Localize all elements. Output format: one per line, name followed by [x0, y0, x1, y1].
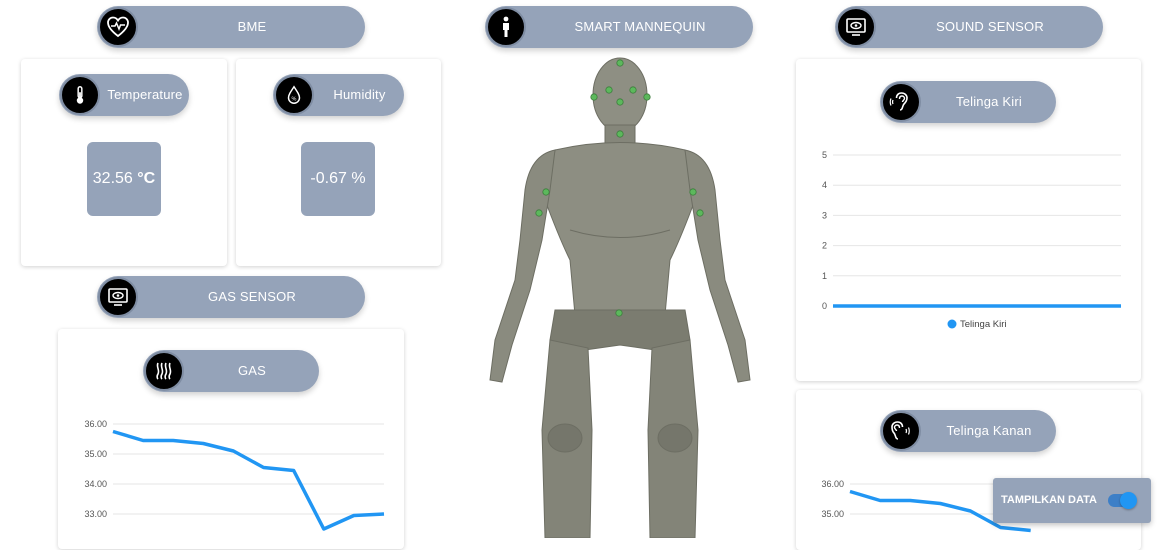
- y-tick-label: 36.00: [84, 419, 107, 429]
- gas-label: GAS: [185, 350, 319, 392]
- svg-text:%: %: [291, 97, 296, 103]
- humidity-value: -0.67 %: [310, 170, 365, 188]
- legend-label: Telinga Kiri: [960, 319, 1006, 330]
- show-data-toggle[interactable]: [1108, 494, 1136, 507]
- right-ear-label: Telinga Kanan: [922, 410, 1056, 452]
- gas-sensor-title: GAS SENSOR: [139, 276, 365, 318]
- toggle-knob: [1120, 492, 1137, 509]
- humidity-value-box: -0.67 %: [301, 142, 375, 216]
- temperature-value-box: 32.56 °C: [87, 142, 161, 216]
- y-tick-label: 35.00: [821, 509, 844, 519]
- gas-sensor-header: GAS SENSOR: [97, 276, 365, 318]
- y-tick-label: 2: [822, 241, 827, 251]
- y-tick-label: 3: [822, 210, 827, 220]
- bme-header: BME: [97, 6, 365, 48]
- ear-sound-left-icon: [881, 82, 921, 122]
- monitor-eye-icon: [98, 277, 138, 317]
- temperature-unit: °C: [137, 170, 155, 188]
- temperature-card: Temperature 32.56 °C: [21, 59, 227, 266]
- left-ear-label: Telinga Kiri: [922, 81, 1056, 123]
- mannequin-title: SMART MANNEQUIN: [527, 6, 753, 48]
- temperature-header: Temperature: [59, 74, 189, 116]
- y-tick-label: 1: [822, 271, 827, 281]
- ear-sound-right-icon: [881, 411, 921, 451]
- legend-marker: [948, 320, 957, 329]
- humidity-header: % Humidity: [273, 74, 404, 116]
- gas-waves-icon: [144, 351, 184, 391]
- temperature-label: Temperature: [101, 74, 189, 116]
- thermometer-icon: [60, 75, 100, 115]
- gas-header: GAS: [143, 350, 319, 392]
- monitor-eye-icon: [836, 7, 876, 47]
- y-tick-label: 4: [822, 180, 827, 190]
- humidity-drop-icon: %: [274, 75, 314, 115]
- heart-monitor-icon: [98, 7, 138, 47]
- show-data-label: TAMPILKAN DATA: [1001, 494, 1097, 506]
- mannequin-figure: [470, 50, 770, 538]
- gas-chart: 33.00 34.00 35.00 36.00: [58, 410, 404, 538]
- person-icon: [486, 7, 526, 47]
- right-ear-header: Telinga Kanan: [880, 410, 1056, 452]
- mannequin-header: SMART MANNEQUIN: [485, 6, 753, 48]
- bme-title: BME: [139, 6, 365, 48]
- y-tick-label: 0: [822, 301, 827, 311]
- left-ear-header: Telinga Kiri: [880, 81, 1056, 123]
- y-tick-label: 35.00: [84, 449, 107, 459]
- sound-sensor-header: SOUND SENSOR: [835, 6, 1103, 48]
- sound-sensor-title: SOUND SENSOR: [877, 6, 1103, 48]
- humidity-card: % Humidity -0.67 %: [236, 59, 441, 266]
- y-tick-label: 36.00: [821, 479, 844, 489]
- show-data-panel: TAMPILKAN DATA: [993, 478, 1151, 523]
- y-tick-label: 33.00: [84, 509, 107, 519]
- temperature-value: 32.56: [93, 170, 133, 188]
- left-ear-chart: 0 1 2 3 4 5 Telinga Kiri: [796, 140, 1141, 340]
- y-tick-label: 34.00: [84, 479, 107, 489]
- y-tick-label: 5: [822, 150, 827, 160]
- humidity-label: Humidity: [315, 74, 404, 116]
